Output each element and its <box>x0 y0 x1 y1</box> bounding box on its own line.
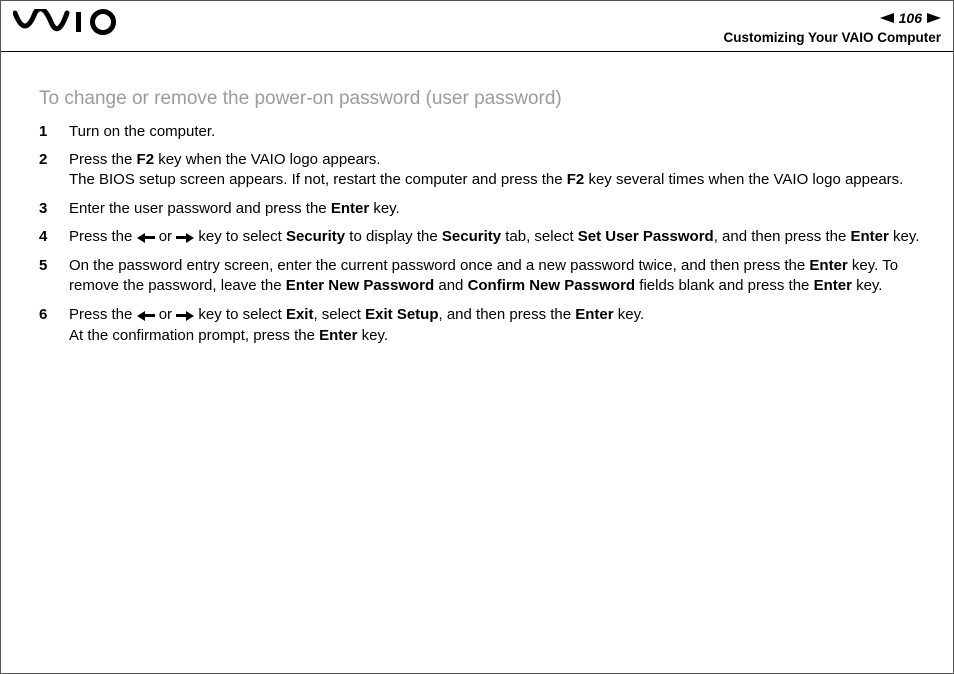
key-name: Enter <box>331 200 369 217</box>
step-5: On the password entry screen, enter the … <box>39 256 925 297</box>
steps-list: Turn on the computer. Press the F2 key w… <box>39 122 925 346</box>
ui-term: Enter New Password <box>286 277 434 294</box>
ui-term: Exit Setup <box>365 306 438 323</box>
left-arrow-icon <box>137 228 155 248</box>
step-text: , select <box>313 306 365 323</box>
step-text: or <box>155 306 177 323</box>
step-2: Press the F2 key when the VAIO logo appe… <box>39 150 925 191</box>
header-right: 106 Customizing Your VAIO Computer <box>723 9 941 47</box>
section-title: Customizing Your VAIO Computer <box>723 29 941 47</box>
key-name: Enter <box>809 257 847 274</box>
prev-page-arrow-icon[interactable] <box>880 13 894 23</box>
header-bar: 106 Customizing Your VAIO Computer <box>1 1 953 52</box>
step-text: or <box>155 228 177 245</box>
key-name: Enter <box>814 277 852 294</box>
step-text: to display the <box>345 228 442 245</box>
ui-term: Security <box>442 228 501 245</box>
ui-term: Set User Password <box>578 228 714 245</box>
key-name: Enter <box>319 327 357 344</box>
page-nav: 106 <box>723 9 941 28</box>
step-text: key. <box>614 306 645 323</box>
step-1: Turn on the computer. <box>39 122 925 142</box>
step-text: Press the <box>69 228 137 245</box>
right-arrow-icon <box>176 228 194 248</box>
step-text: key. <box>889 228 920 245</box>
key-name: Enter <box>575 306 613 323</box>
right-arrow-icon <box>176 306 194 326</box>
step-text: key. <box>357 327 388 344</box>
step-text: tab, select <box>501 228 578 245</box>
step-text: key. <box>852 277 883 294</box>
key-name: Enter <box>850 228 888 245</box>
step-text: key to select <box>194 228 286 245</box>
step-text: On the password entry screen, enter the … <box>69 257 809 274</box>
step-text: Enter the user password and press the <box>69 200 331 217</box>
step-text: fields blank and press the <box>635 277 813 294</box>
content-area: To change or remove the power-on passwor… <box>1 52 953 374</box>
step-4: Press the or key to select Security to d… <box>39 227 925 248</box>
step-text: key to select <box>194 306 286 323</box>
step-3: Enter the user password and press the En… <box>39 199 925 219</box>
step-text: At the confirmation prompt, press the <box>69 327 319 344</box>
step-text: key. <box>369 200 400 217</box>
ui-term: Confirm New Password <box>468 277 636 294</box>
step-text: Press the <box>69 306 137 323</box>
vaio-logo <box>13 9 123 35</box>
step-6: Press the or key to select Exit, select … <box>39 305 925 347</box>
next-page-arrow-icon[interactable] <box>927 13 941 23</box>
step-text: key several times when the VAIO logo app… <box>584 171 903 188</box>
step-text: and <box>434 277 467 294</box>
step-text: , and then press the <box>439 306 576 323</box>
step-text: The BIOS setup screen appears. If not, r… <box>69 171 567 188</box>
ui-term: Exit <box>286 306 314 323</box>
ui-term: Security <box>286 228 345 245</box>
page: 106 Customizing Your VAIO Computer To ch… <box>0 0 954 674</box>
page-number: 106 <box>898 9 923 28</box>
step-text: , and then press the <box>714 228 851 245</box>
key-name: F2 <box>137 151 155 168</box>
step-text: Turn on the computer. <box>69 123 215 140</box>
step-text: key when the VAIO logo appears. <box>154 151 381 168</box>
step-text: Press the <box>69 151 137 168</box>
page-heading: To change or remove the power-on passwor… <box>39 86 925 112</box>
key-name: F2 <box>567 171 585 188</box>
left-arrow-icon <box>137 306 155 326</box>
